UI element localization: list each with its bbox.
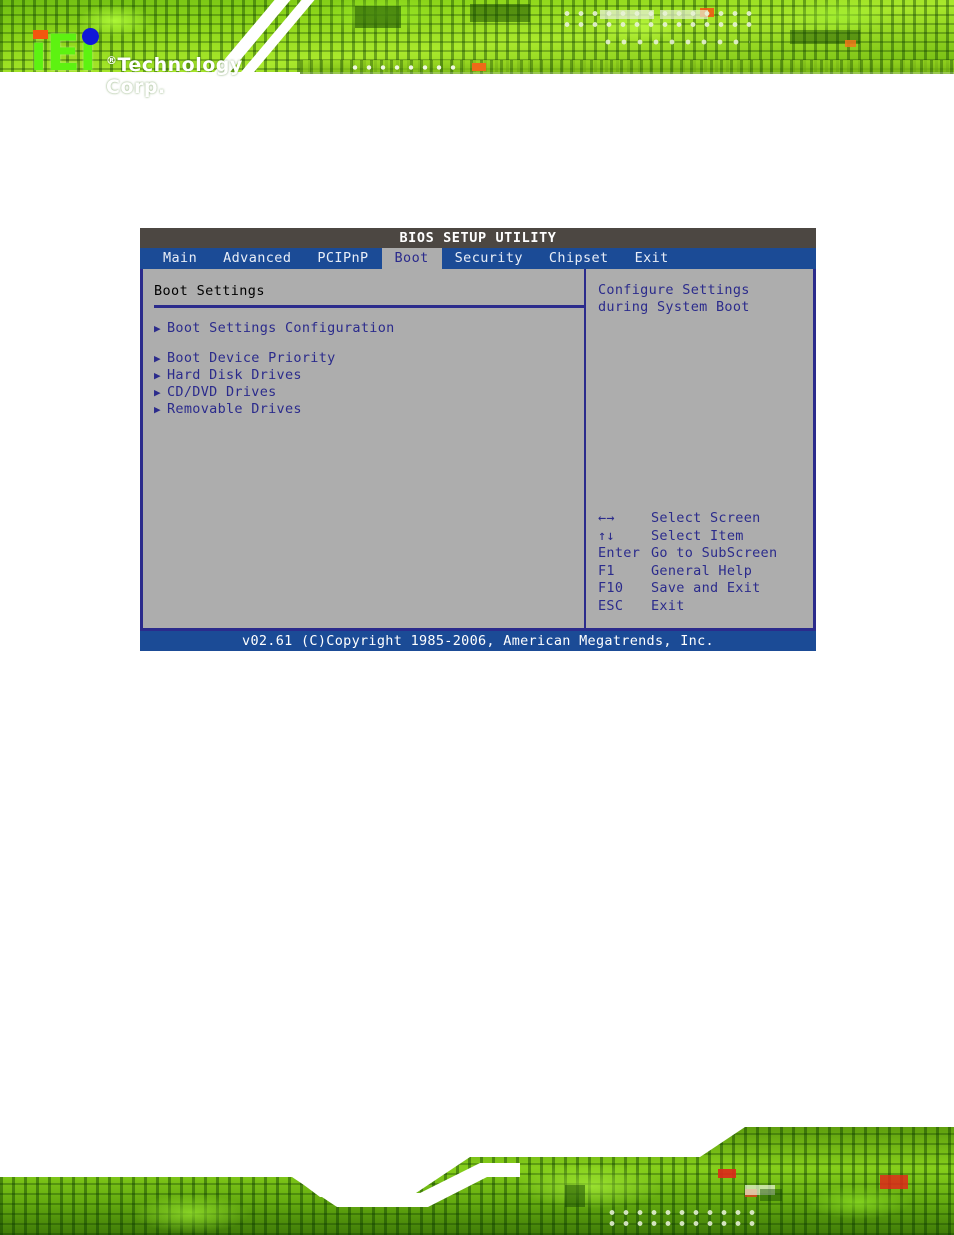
logo-orange-square-icon — [33, 30, 48, 39]
submenu-triangle-icon: ▶ — [154, 322, 161, 335]
top-decorative-banner: iEi ®Technology Corp. — [0, 0, 954, 115]
legend-desc: Go to SubScreen — [651, 545, 778, 561]
menu-item-label: Hard Disk Drives — [167, 367, 302, 383]
menu-item-hard-disk-drives[interactable]: ▶ Hard Disk Drives — [154, 367, 584, 384]
bottom-decorative-banner — [0, 1127, 954, 1235]
legend-row-f1: F1 General Help — [598, 563, 808, 581]
key-legend: ←→ Select Screen ↑↓ Select Item Enter Go… — [598, 510, 808, 615]
banner-green-band — [300, 60, 954, 74]
legend-desc: Exit — [651, 597, 685, 614]
legend-key-f10: F10 — [598, 580, 624, 596]
submenu-triangle-icon: ▶ — [154, 403, 161, 416]
legend-key-arrows-vertical: ↑↓ — [598, 527, 615, 544]
tab-advanced[interactable]: Advanced — [210, 248, 304, 269]
legend-desc: Select Item — [651, 527, 744, 544]
menu-item-boot-device-priority[interactable]: ▶ Boot Device Priority — [154, 350, 584, 367]
menu-item-cd-dvd-drives[interactable]: ▶ CD/DVD Drives — [154, 384, 584, 401]
legend-row-enter: Enter Go to SubScreen — [598, 545, 808, 563]
menu-item-label: CD/DVD Drives — [167, 384, 277, 400]
logo-blue-dot-icon — [82, 28, 99, 45]
bios-help-pane: Configure Settings during System Boot ←→… — [586, 269, 813, 628]
menu-item-label: Boot Device Priority — [167, 350, 336, 366]
bios-settings-pane: Boot Settings ▶ Boot Settings Configurat… — [143, 269, 586, 628]
legend-key-arrows-horizontal: ←→ — [598, 510, 615, 526]
legend-row-select-screen: ←→ Select Screen — [598, 510, 808, 528]
iei-logo: iEi ®Technology Corp. — [30, 26, 300, 98]
bios-tab-bar: Main Advanced PCIPnP Boot Security Chips… — [140, 248, 816, 269]
menu-item-label: Removable Drives — [167, 401, 302, 417]
band-chip-icon — [472, 63, 486, 71]
circuit-via-dots-bottom — [605, 1207, 755, 1231]
registered-mark: ® — [106, 54, 118, 67]
legend-desc: General Help — [651, 562, 753, 579]
logo-tagline-text: Technology Corp. — [106, 54, 243, 98]
circuit-via-dots — [560, 8, 760, 28]
help-text-line-2: during System Boot — [598, 299, 750, 315]
submenu-triangle-icon: ▶ — [154, 369, 161, 382]
legend-row-f10: F10 Save and Exit — [598, 580, 808, 598]
title-divider — [154, 305, 584, 308]
tab-pcipnp[interactable]: PCIPnP — [304, 248, 381, 269]
tab-security[interactable]: Security — [442, 248, 536, 269]
page-title: Boot Settings — [154, 283, 265, 299]
bios-setup-window: BIOS SETUP UTILITY Main Advanced PCIPnP … — [140, 228, 816, 651]
legend-key-esc: ESC — [598, 597, 624, 614]
tab-chipset[interactable]: Chipset — [536, 248, 622, 269]
legend-row-esc: ESC Exit — [598, 598, 808, 616]
legend-row-select-item: ↑↓ Select Item — [598, 528, 808, 546]
bios-content-area: Boot Settings ▶ Boot Settings Configurat… — [140, 269, 816, 631]
legend-key-f1: F1 — [598, 562, 615, 579]
legend-desc: Save and Exit — [651, 580, 761, 596]
submenu-triangle-icon: ▶ — [154, 386, 161, 399]
menu-item-boot-settings-configuration[interactable]: ▶ Boot Settings Configuration — [154, 320, 584, 337]
tab-exit[interactable]: Exit — [622, 248, 682, 269]
logo-tagline: ®Technology Corp. — [106, 54, 300, 98]
help-text-line-1: Configure Settings — [598, 282, 750, 298]
legend-key-enter: Enter — [598, 545, 641, 561]
circuit-via-dots-secondary — [600, 36, 750, 48]
legend-desc: Select Screen — [651, 510, 761, 526]
tab-main[interactable]: Main — [150, 248, 210, 269]
band-via-dots — [348, 63, 458, 72]
menu-item-removable-drives[interactable]: ▶ Removable Drives — [154, 401, 584, 418]
submenu-triangle-icon: ▶ — [154, 352, 161, 365]
tab-boot[interactable]: Boot — [381, 248, 442, 269]
menu-item-label: Boot Settings Configuration — [167, 320, 395, 336]
menu-spacer — [154, 337, 584, 350]
bios-footer-copyright: v02.61 (C)Copyright 1985-2006, American … — [140, 631, 816, 651]
bios-title-bar: BIOS SETUP UTILITY — [140, 228, 816, 248]
